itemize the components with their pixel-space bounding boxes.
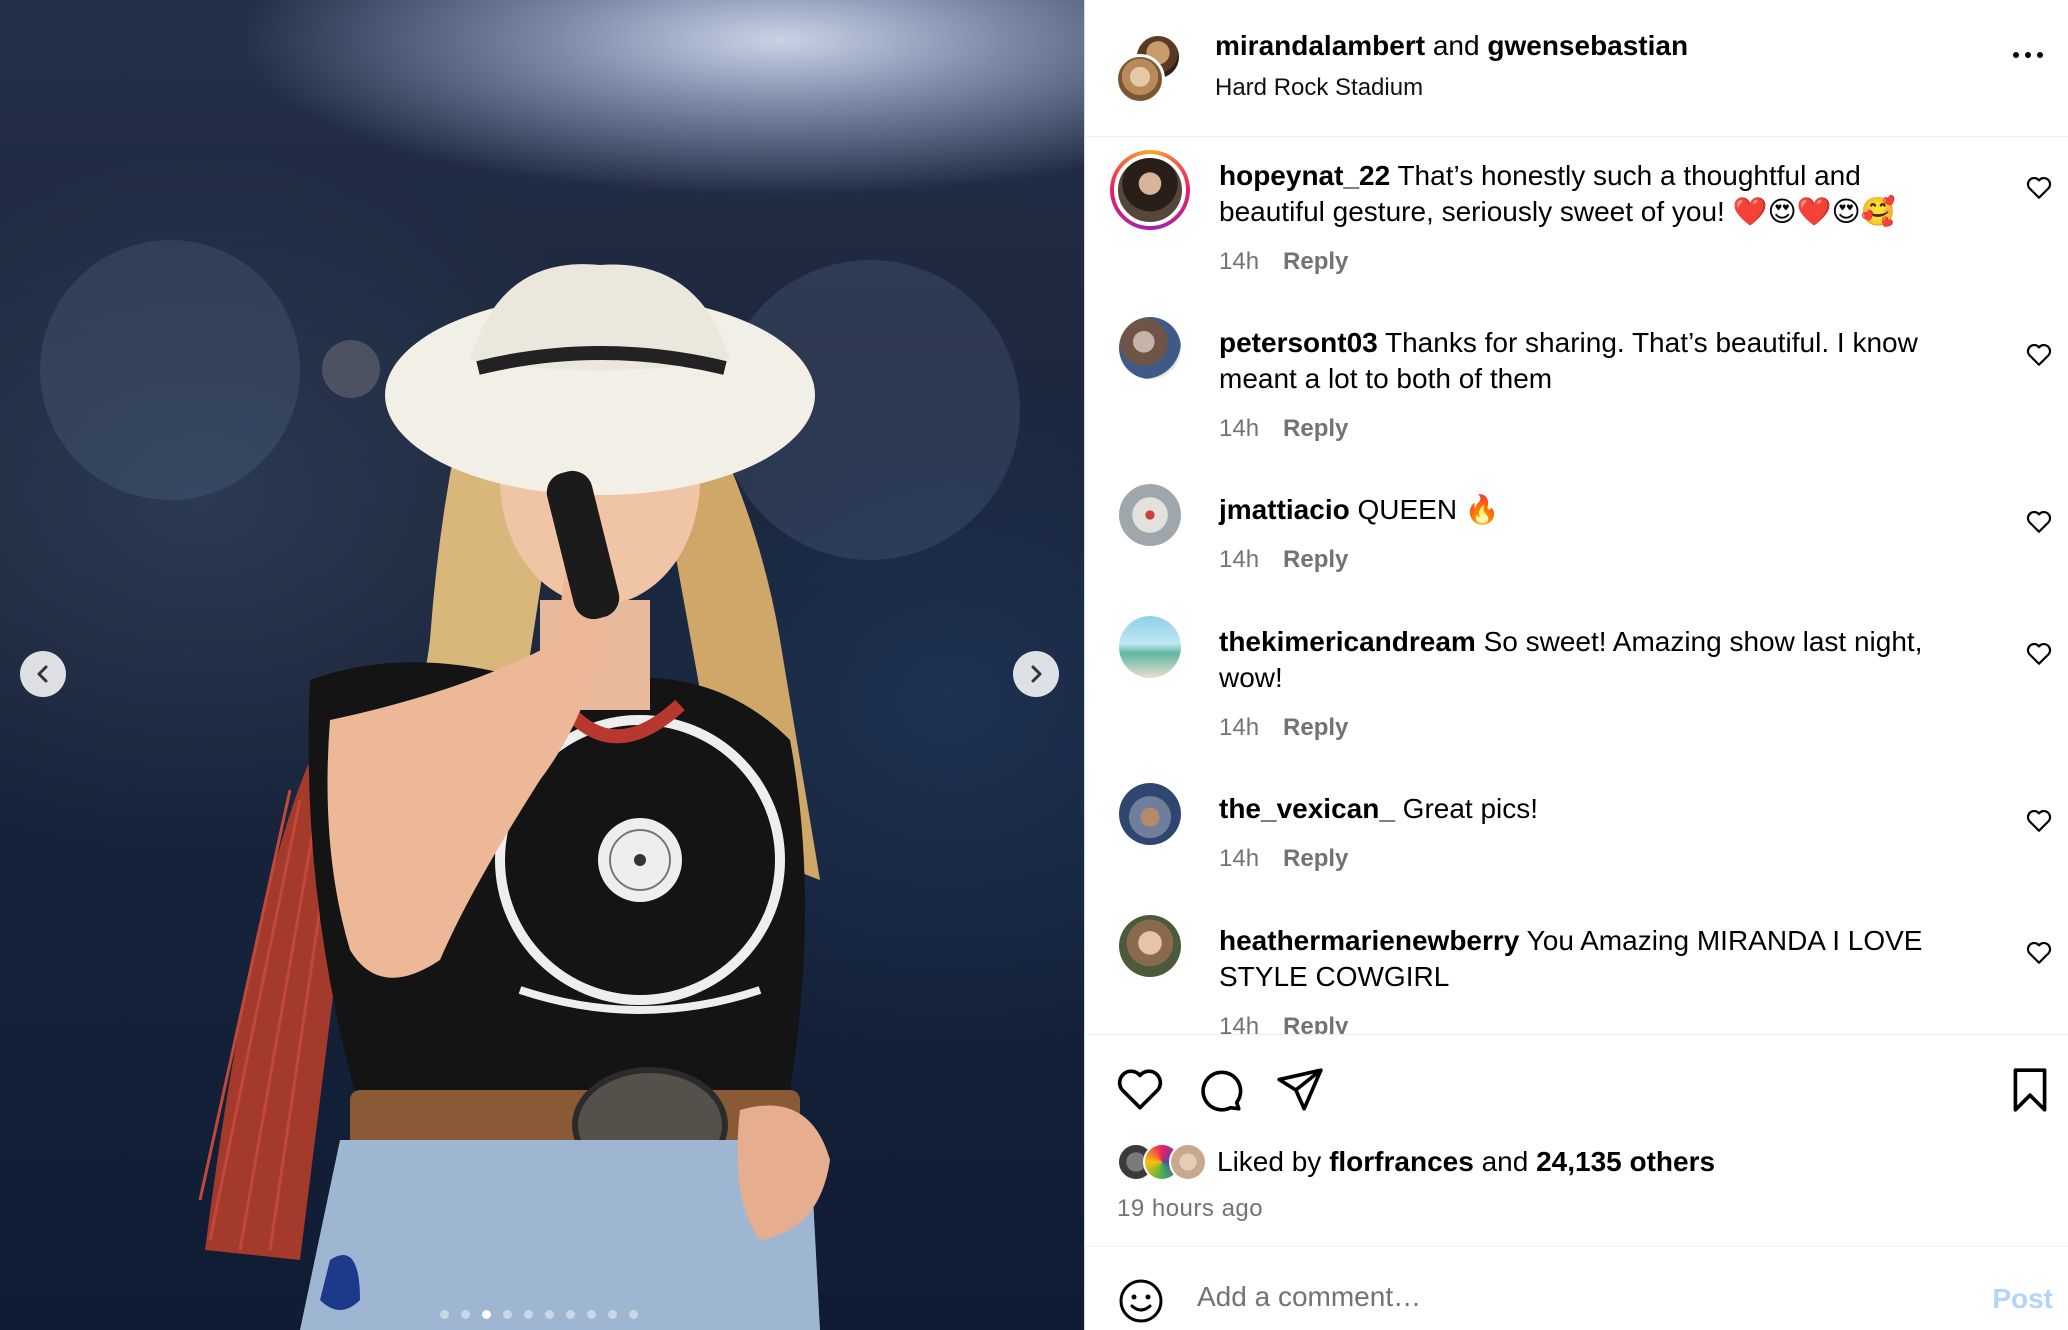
reply-button[interactable]: Reply [1283,845,1348,873]
heart-icon[interactable] [2026,642,2052,666]
reply-button[interactable]: Reply [1283,1013,1348,1034]
chevron-left-icon [37,665,48,683]
comment-text: thekimericandream So sweet! Amazing show… [1219,624,1949,696]
comment-text: heathermarienewberry You Amazing MIRANDA… [1219,923,1949,995]
comment-input[interactable] [1197,1281,1897,1313]
author-connector: and [1432,30,1480,61]
comment-composer: Post [1085,1246,2068,1330]
carousel-dot [461,1310,470,1319]
comment-time: 14h [1219,1013,1260,1034]
likes-connector: and [1481,1146,1529,1177]
carousel-dot [566,1310,575,1319]
comment-username[interactable]: thekimericandream [1219,626,1476,657]
author-username[interactable]: mirandalambert [1215,30,1425,61]
avatar[interactable] [1110,150,1190,230]
carousel-indicator [440,1310,638,1319]
comment-text: hopeynat_22 That’s honestly such a thoug… [1219,158,1949,230]
avatar [1169,1143,1207,1181]
performer-illustration [198,264,830,1330]
likes-prefix: Liked by [1217,1146,1322,1177]
comment-time: 14h [1219,248,1260,275]
likes-count[interactable]: 24,135 others [1536,1146,1715,1177]
comment-text: petersont03 Thanks for sharing. That’s b… [1219,325,1949,397]
comment-username[interactable]: heathermarienewberry [1219,925,1519,956]
reply-button[interactable]: Reply [1283,415,1348,443]
comment-text: the_vexican_ Great pics! [1219,791,1949,827]
post-button[interactable]: Post [1992,1283,2053,1315]
avatar[interactable] [1119,915,1181,977]
comment-time: 14h [1219,845,1260,872]
comment-content: Great pics! [1402,793,1539,824]
comment-time: 14h [1219,714,1260,741]
collab-avatars[interactable] [1115,34,1187,104]
carousel-dot [482,1310,491,1319]
likes-username[interactable]: florfrances [1329,1146,1474,1177]
comment-username[interactable]: petersont03 [1219,327,1378,358]
post-sidebar: mirandalambert and gwensebastian Hard Ro… [1084,0,2068,1330]
previous-photo-button[interactable] [20,651,66,697]
comment-username[interactable]: hopeynat_22 [1219,160,1390,191]
heart-icon[interactable] [2026,941,2052,965]
avatar[interactable] [1119,484,1181,546]
carousel-dot [524,1310,533,1319]
bookmark-icon[interactable] [2005,1065,2055,1115]
carousel-dot [545,1310,554,1319]
heart-icon[interactable] [2026,510,2052,534]
comment-text: jmattiacio QUEEN 🔥 [1219,492,1949,528]
comments-list[interactable]: hopeynat_22 That’s honestly such a thoug… [1085,138,2068,1034]
post-timestamp: 19 hours ago [1117,1195,1264,1222]
comment-time: 14h [1219,415,1260,442]
comment-time: 14h [1219,546,1260,573]
comment-username[interactable]: the_vexican_ [1219,793,1395,824]
carousel-dot [629,1310,638,1319]
post-location[interactable]: Hard Rock Stadium [1215,74,1688,102]
avatar[interactable] [1119,783,1181,845]
author-username[interactable]: gwensebastian [1487,30,1688,61]
avatar[interactable] [1119,616,1181,678]
carousel-dot [608,1310,617,1319]
reply-button[interactable]: Reply [1283,546,1348,574]
post-header: mirandalambert and gwensebastian Hard Ro… [1085,0,2068,137]
share-icon[interactable] [1275,1065,1325,1115]
next-photo-button[interactable] [1013,651,1059,697]
post-photo[interactable] [0,0,1084,1330]
heart-icon[interactable] [2026,176,2052,200]
carousel-dot [440,1310,449,1319]
avatar[interactable] [1119,317,1181,379]
heart-icon[interactable] [2026,343,2052,367]
carousel-dot [503,1310,512,1319]
more-icon[interactable] [2013,52,2043,58]
avatar[interactable] [1115,54,1165,104]
post-authors: mirandalambert and gwensebastian [1215,30,1688,62]
reply-button[interactable]: Reply [1283,714,1348,742]
comment-username[interactable]: jmattiacio [1219,494,1350,525]
carousel-dot [587,1310,596,1319]
chevron-right-icon [1031,665,1042,683]
comment-icon[interactable] [1195,1065,1245,1115]
comment-content: QUEEN 🔥 [1357,494,1500,525]
emoji-icon[interactable] [1117,1277,1165,1325]
heart-icon[interactable] [2026,809,2052,833]
reply-button[interactable]: Reply [1283,248,1348,276]
likes-summary[interactable]: Liked by florfrances and 24,135 others [1117,1143,1715,1181]
heart-icon[interactable] [1115,1065,1165,1115]
likes-text: Liked by florfrances and 24,135 others [1217,1146,1715,1178]
post-actions: Liked by florfrances and 24,135 others 1… [1085,1034,2068,1244]
